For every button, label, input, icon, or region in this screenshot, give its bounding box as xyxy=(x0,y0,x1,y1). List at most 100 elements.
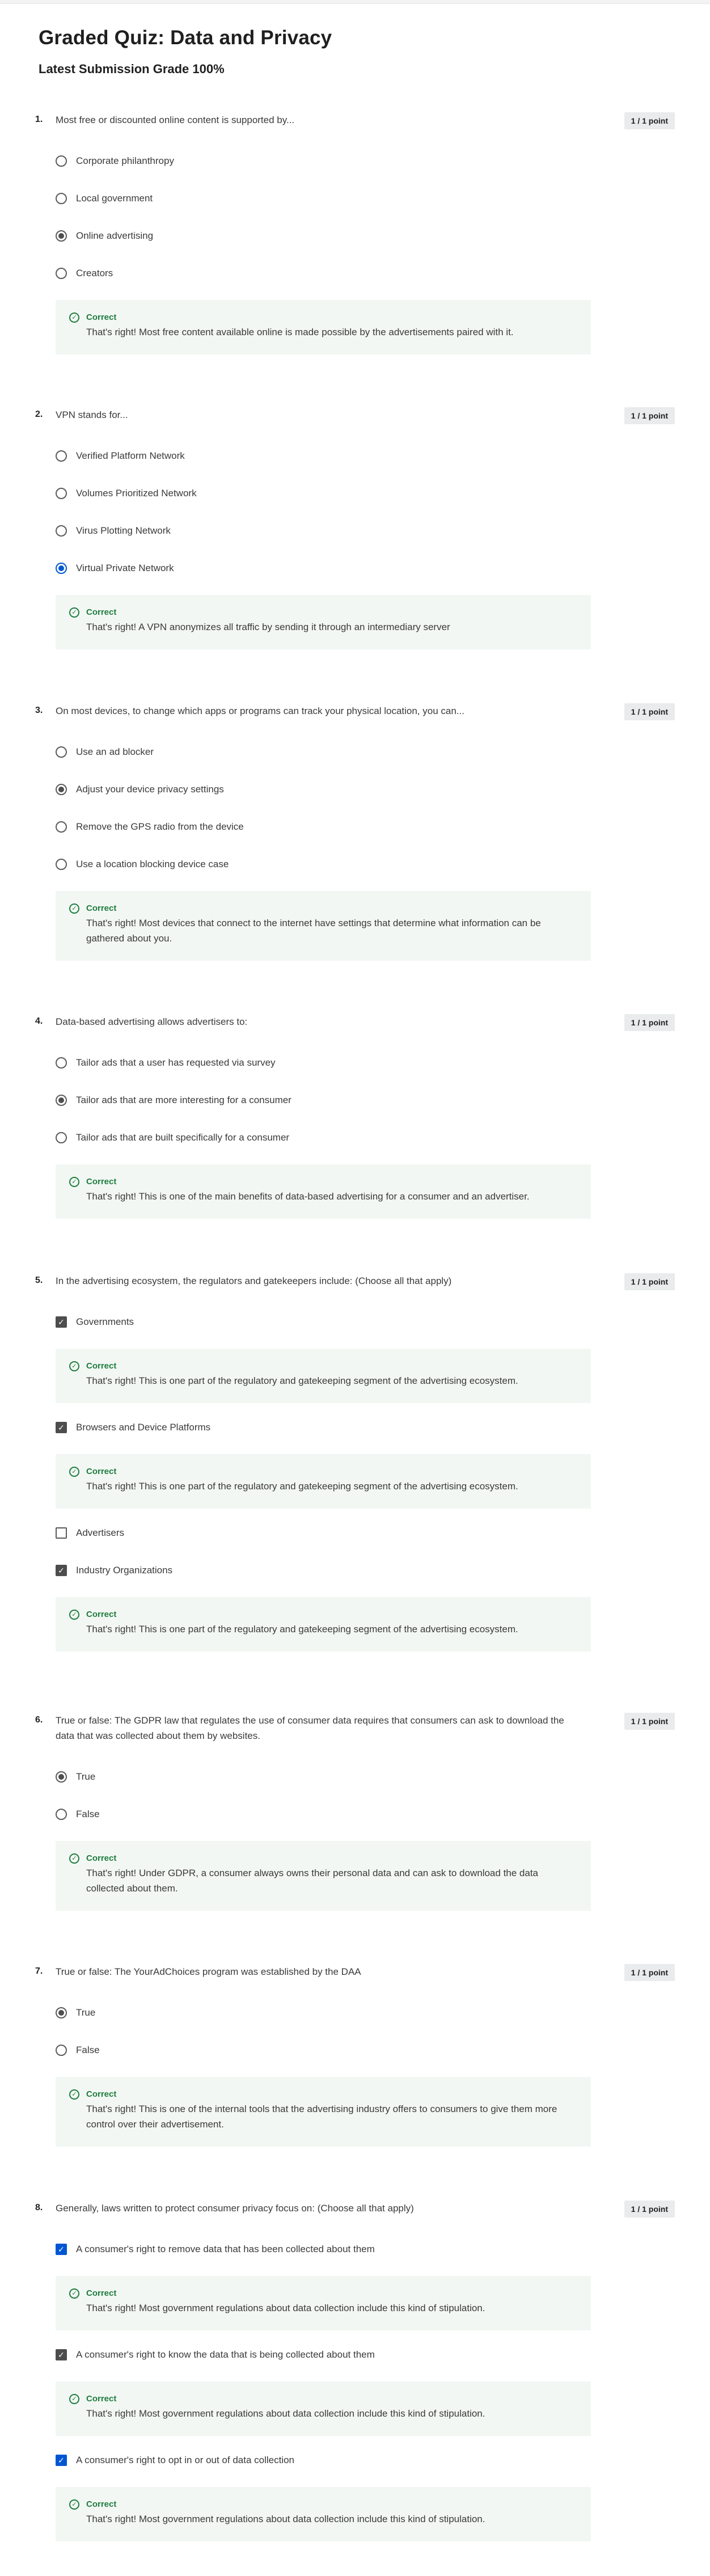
checkbox-checked-icon[interactable] xyxy=(56,2455,67,2466)
question-5: 5. In the advertising ecosystem, the regu… xyxy=(35,1273,675,1657)
checkbox-option[interactable]: Industry Organizations xyxy=(56,1552,675,1589)
feedback-text: That's right! This is one part of the re… xyxy=(86,1481,518,1492)
option-label: Online advertising xyxy=(76,230,154,241)
checkbox-empty-icon[interactable] xyxy=(56,1527,67,1539)
radio-empty-icon[interactable] xyxy=(56,1057,67,1069)
radio-selected-icon[interactable] xyxy=(56,1095,67,1106)
option-label: Verified Platform Network xyxy=(76,450,185,461)
checkbox-checked-icon[interactable] xyxy=(56,2244,67,2255)
checkbox-option[interactable]: A consumer's right to remove data that h… xyxy=(56,2231,675,2268)
checkbox-option[interactable]: A consumer's right to opt in or out of d… xyxy=(56,2442,675,2479)
option-label: Industry Organizations xyxy=(76,1565,173,1576)
checkbox-checked-icon[interactable] xyxy=(56,1565,67,1576)
checkbox-option[interactable]: Browsers and Device Platforms xyxy=(56,1409,675,1446)
radio-selected-icon[interactable] xyxy=(56,230,67,242)
radio-selected-icon[interactable] xyxy=(56,1771,67,1783)
answer-option[interactable]: Tailor ads that are more interesting for… xyxy=(56,1082,675,1119)
checkbox-checked-icon[interactable] xyxy=(56,2349,67,2360)
answer-option[interactable]: True xyxy=(56,1994,675,2032)
radio-empty-icon[interactable] xyxy=(56,450,67,462)
option-label: Local government xyxy=(76,193,153,204)
option-label: Tailor ads that are more interesting for… xyxy=(76,1095,291,1105)
page-title: Graded Quiz: Data and Privacy xyxy=(39,27,332,49)
question-header: 1. Most free or discounted online content… xyxy=(35,112,675,129)
correct-check-icon xyxy=(69,903,79,914)
checkbox-option[interactable]: A consumer's right to know the data that… xyxy=(56,2336,675,2374)
feedback-title: Correct xyxy=(86,2499,117,2509)
correct-check-icon xyxy=(69,2499,79,2510)
feedback-text: That's right! A VPN anonymizes all traff… xyxy=(86,622,450,632)
checkbox-option[interactable]: Governments xyxy=(56,1303,675,1341)
radio-selected-icon[interactable] xyxy=(56,2007,67,2018)
option-label: False xyxy=(76,1809,100,1819)
question-header: 5. In the advertising ecosystem, the regu… xyxy=(35,1273,675,1290)
correct-check-icon xyxy=(69,1853,79,1864)
radio-selected-icon[interactable] xyxy=(56,784,67,795)
radio-empty-icon[interactable] xyxy=(56,525,67,537)
option-label: Creators xyxy=(76,268,113,278)
answer-option[interactable]: Online advertising xyxy=(56,217,675,255)
option-label: True xyxy=(76,2007,96,2018)
question-number: 5. xyxy=(35,1276,43,1285)
radio-empty-icon[interactable] xyxy=(56,193,67,204)
question-7: 7. True or false: The YourAdChoices progr… xyxy=(35,1964,675,2152)
radio-empty-icon[interactable] xyxy=(56,821,67,833)
option-label: Virtual Private Network xyxy=(76,563,174,573)
feedback-text: That's right! Most government regulation… xyxy=(86,2408,485,2419)
answer-option[interactable]: Tailor ads that a user has requested via… xyxy=(56,1044,675,1082)
answer-option[interactable]: Use an ad blocker xyxy=(56,733,675,771)
feedback-box: Correct That's right! This is one part of… xyxy=(56,1454,591,1509)
radio-empty-icon[interactable] xyxy=(56,1809,67,1820)
checkbox-option[interactable]: Advertisers xyxy=(56,1514,675,1552)
answer-option[interactable]: True xyxy=(56,1758,675,1796)
option-label: Volumes Prioritized Network xyxy=(76,488,197,499)
answer-option[interactable]: Adjust your device privacy settings xyxy=(56,771,675,808)
radio-empty-icon[interactable] xyxy=(56,2045,67,2056)
feedback-title: Correct xyxy=(86,313,117,322)
answer-option[interactable]: Tailor ads that are built specifically f… xyxy=(56,1119,675,1156)
radio-empty-icon[interactable] xyxy=(56,1132,67,1143)
options-list: Corporate philanthropy Local government On… xyxy=(56,142,675,292)
radio-empty-icon[interactable] xyxy=(56,155,67,167)
radio-selected-icon[interactable] xyxy=(56,563,67,574)
options-list: Governments Correct That's right! This is … xyxy=(56,1303,675,1652)
radio-empty-icon[interactable] xyxy=(56,746,67,758)
feedback-title: Correct xyxy=(86,1610,117,1619)
question-prompt: Data-based advertising allows advertiser… xyxy=(56,1016,248,1027)
checkbox-checked-icon[interactable] xyxy=(56,1422,67,1433)
radio-empty-icon[interactable] xyxy=(56,488,67,499)
answer-option[interactable]: Virus Plotting Network xyxy=(56,512,675,550)
answer-option[interactable]: Use a location blocking device case xyxy=(56,846,675,883)
checkbox-checked-icon[interactable] xyxy=(56,1316,67,1328)
option-label: Use a location blocking device case xyxy=(76,859,229,869)
question-header: 4. Data-based advertising allows advertis… xyxy=(35,1014,675,1031)
feedback-title: Correct xyxy=(86,1361,117,1371)
answer-option[interactable]: Volumes Prioritized Network xyxy=(56,475,675,512)
answer-option[interactable]: Virtual Private Network xyxy=(56,550,675,587)
answer-option[interactable]: Creators xyxy=(56,255,675,292)
answer-option[interactable]: False xyxy=(56,2032,675,2069)
radio-empty-icon[interactable] xyxy=(56,268,67,279)
correct-check-icon xyxy=(69,2288,79,2299)
feedback-box: Correct That's right! This is one of the … xyxy=(56,1164,591,1219)
answer-option[interactable]: Remove the GPS radio from the device xyxy=(56,808,675,846)
question-prompt: VPN stands for... xyxy=(56,409,128,420)
question-header: 2. VPN stands for... 1 / 1 point xyxy=(35,407,675,424)
feedback-box: Correct That's right! This is one part of… xyxy=(56,1597,591,1652)
radio-empty-icon[interactable] xyxy=(56,859,67,870)
feedback-text: That's right! This is one of the interna… xyxy=(86,2104,557,2130)
answer-option[interactable]: False xyxy=(56,1796,675,1833)
question-2: 2. VPN stands for... 1 / 1 point Verified P… xyxy=(35,407,675,655)
answer-option[interactable]: Local government xyxy=(56,180,675,217)
answer-option[interactable]: Verified Platform Network xyxy=(56,437,675,475)
feedback-box: Correct That's right! Most free content a… xyxy=(56,300,591,354)
question-1: 1. Most free or discounted online content… xyxy=(35,112,675,360)
feedback-text: That's right! Most government regulation… xyxy=(86,2514,485,2524)
question-header: 3. On most devices, to change which apps … xyxy=(35,703,675,720)
submission-grade: Latest Submission Grade 100% xyxy=(39,62,225,76)
option-label: Governments xyxy=(76,1316,134,1327)
question-3: 3. On most devices, to change which apps … xyxy=(35,703,675,966)
feedback-text: That's right! This is one part of the re… xyxy=(86,1624,518,1635)
answer-option[interactable]: Corporate philanthropy xyxy=(56,142,675,180)
question-number: 3. xyxy=(35,706,43,715)
